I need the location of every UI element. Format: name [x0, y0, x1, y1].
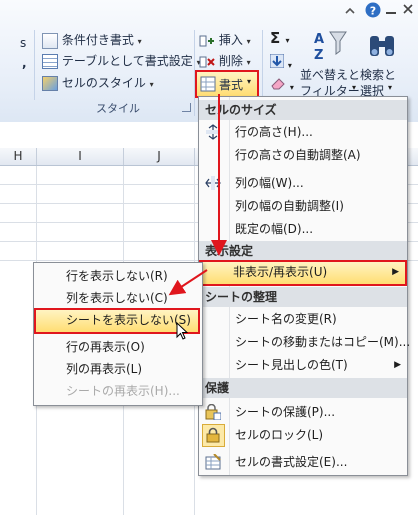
- mouse-cursor-icon: [176, 322, 189, 340]
- annotation-arrow-left: [168, 269, 208, 296]
- annotation-arrows: [168, 94, 227, 296]
